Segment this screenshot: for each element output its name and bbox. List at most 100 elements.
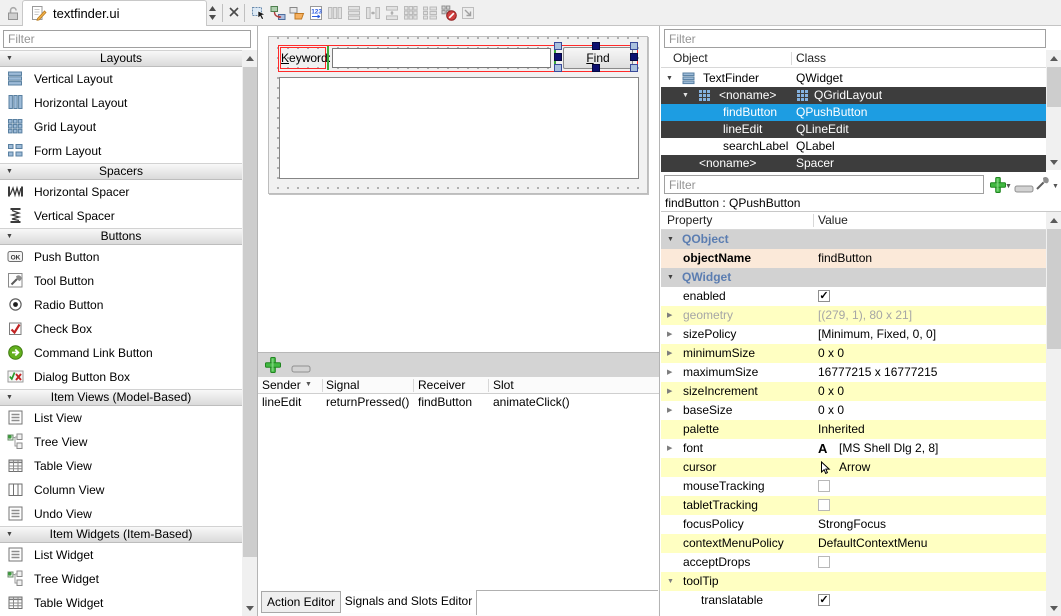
widgetbox-item[interactable]: Table Widget xyxy=(0,591,242,615)
object-inspector-filter-input[interactable] xyxy=(664,29,1046,48)
checkbox-unchecked-icon[interactable] xyxy=(818,480,830,492)
property-editor-header[interactable]: Property Value xyxy=(661,212,1046,230)
break-layout-icon[interactable] xyxy=(440,4,458,22)
property-group-qobject[interactable]: ▼QObject xyxy=(661,230,1046,249)
tab-signals-and-slots-editor[interactable]: Signals and Slots Editor xyxy=(341,591,476,613)
dropdown-arrow-icon[interactable]: ▼ xyxy=(1052,183,1059,190)
signals-cell[interactable]: findButton xyxy=(418,394,472,410)
signals-cell[interactable]: returnPressed() xyxy=(326,394,409,410)
scroll-up-icon[interactable] xyxy=(242,50,258,66)
property-expander-icon[interactable]: ▶ xyxy=(667,325,672,344)
add-connection-icon[interactable] xyxy=(264,356,282,377)
property-row-enabled[interactable]: enabled✓ xyxy=(661,287,1046,306)
property-value[interactable]: DefaultContextMenu xyxy=(818,534,927,553)
object-row-noname[interactable]: ▼<noname>QGridLayout xyxy=(661,87,1046,104)
property-row-minimumsize[interactable]: ▶minimumSize0 x 0 xyxy=(661,344,1046,363)
property-value[interactable]: Arrow xyxy=(839,458,870,477)
property-expander-icon[interactable]: ▶ xyxy=(667,439,672,458)
property-value[interactable]: 16777215 x 16777215 xyxy=(818,363,937,382)
property-row-contextmenupolicy[interactable]: contextMenuPolicyDefaultContextMenu xyxy=(661,534,1046,553)
widgetbox-filter-input[interactable] xyxy=(3,30,251,48)
section-header-item-widgets-item-based-[interactable]: ▼Item Widgets (Item-Based) xyxy=(0,526,242,543)
selection-corner-handle[interactable] xyxy=(554,42,562,50)
widgetbox-item[interactable]: Horizontal Spacer xyxy=(0,180,242,204)
line-edit[interactable] xyxy=(332,48,551,68)
property-expander-icon[interactable]: ▶ xyxy=(667,382,672,401)
selection-mid-handle[interactable] xyxy=(554,53,562,61)
object-row-searchLabel[interactable]: searchLabelQLabel xyxy=(661,138,1046,155)
signals-column-signal[interactable]: Signal xyxy=(326,377,359,393)
remove-connection-icon[interactable] xyxy=(291,362,311,376)
property-row-translatable[interactable]: translatable✓ xyxy=(661,591,1046,610)
scroll-down-icon[interactable] xyxy=(1046,154,1061,170)
scrollbar-thumb[interactable] xyxy=(243,67,257,557)
scrollbar-thumb[interactable] xyxy=(1047,229,1061,349)
layout-vertical-splitter-icon[interactable] xyxy=(383,4,401,22)
text-edit-area[interactable] xyxy=(279,77,639,179)
checkbox-unchecked-icon[interactable] xyxy=(818,499,830,511)
widgetbox-item[interactable]: Check Box xyxy=(0,317,242,341)
property-row-tablettracking[interactable]: tabletTracking xyxy=(661,496,1046,515)
property-value[interactable]: 0 x 0 xyxy=(818,401,844,420)
widgetbox-item[interactable]: Vertical Spacer xyxy=(0,204,242,228)
section-header-item-views-model-based-[interactable]: ▼Item Views (Model-Based) xyxy=(0,389,242,406)
property-row-sizeincrement[interactable]: ▶sizeIncrement0 x 0 xyxy=(661,382,1046,401)
layout-horizontal-icon[interactable] xyxy=(326,4,344,22)
signals-cell[interactable]: animateClick() xyxy=(493,394,570,410)
property-row-objectname[interactable]: objectNamefindButton xyxy=(661,249,1046,268)
edit-buddies-icon[interactable] xyxy=(288,4,306,22)
edit-signals-slots-icon[interactable] xyxy=(269,4,287,22)
checkbox-unchecked-icon[interactable] xyxy=(818,556,830,568)
property-value[interactable]: [MS Shell Dlg 2, 8] xyxy=(839,439,938,458)
widgetbox-item[interactable]: Dialog Button Box xyxy=(0,365,242,389)
signals-table-header[interactable]: SenderSignalReceiverSlot▼ xyxy=(258,377,659,394)
widgetbox-item[interactable]: Form Layout xyxy=(0,139,242,163)
adjust-size-icon[interactable] xyxy=(459,4,477,22)
widgetbox-item[interactable]: Command Link Button xyxy=(0,341,242,365)
scroll-down-icon[interactable] xyxy=(242,600,258,616)
signals-table-row[interactable]: lineEditreturnPressed()findButtonanimate… xyxy=(258,394,659,411)
form-textfinder[interactable]: Keyword:Find xyxy=(268,36,648,194)
widgetbox-item[interactable]: List Widget xyxy=(0,543,242,567)
layout-horizontal-splitter-icon[interactable] xyxy=(364,4,382,22)
layout-grid-icon[interactable] xyxy=(402,4,420,22)
property-row-sizepolicy[interactable]: ▶sizePolicy[Minimum, Fixed, 0, 0] xyxy=(661,325,1046,344)
object-row-findButton[interactable]: findButtonQPushButton xyxy=(661,104,1046,121)
widgetbox-item[interactable]: Column View xyxy=(0,478,242,502)
object-row-lineEdit[interactable]: lineEditQLineEdit xyxy=(661,121,1046,138)
widgetbox-item[interactable]: OKPush Button xyxy=(0,245,242,269)
property-row-font[interactable]: ▶fontA[MS Shell Dlg 2, 8] xyxy=(661,439,1046,458)
selection-corner-handle[interactable] xyxy=(554,64,562,72)
property-editor-scrollbar[interactable] xyxy=(1046,212,1061,616)
property-expander-icon[interactable]: ▶ xyxy=(667,401,672,420)
property-value[interactable]: [(279, 1), 80 x 21] xyxy=(818,306,912,325)
widgetbox-item[interactable]: Undo View xyxy=(0,502,242,526)
property-row-acceptdrops[interactable]: acceptDrops xyxy=(661,553,1046,572)
widgetbox-item[interactable]: Horizontal Layout xyxy=(0,91,242,115)
section-header-buttons[interactable]: ▼Buttons xyxy=(0,228,242,245)
edit-widgets-icon[interactable] xyxy=(250,4,268,22)
lock-icon[interactable] xyxy=(6,6,20,24)
widgetbox-item[interactable]: Vertical Layout xyxy=(0,67,242,91)
widgetbox-item[interactable]: Tree Widget xyxy=(0,567,242,591)
scroll-up-icon[interactable] xyxy=(1046,212,1061,228)
selection-mid-handle[interactable] xyxy=(630,53,638,61)
group-expander-icon[interactable]: ▼ xyxy=(667,230,674,249)
checkbox-checked-icon[interactable]: ✓ xyxy=(818,594,830,606)
widgetbox-item[interactable]: Radio Button xyxy=(0,293,242,317)
form-file-tab[interactable]: textfinder.ui xyxy=(22,0,207,26)
property-value[interactable]: Inherited xyxy=(818,420,865,439)
property-row-tooltip[interactable]: ▼toolTip xyxy=(661,572,1046,591)
selection-corner-handle[interactable] xyxy=(630,42,638,50)
object-row-TextFinder[interactable]: ▼TextFinderQWidget xyxy=(661,70,1046,87)
property-value[interactable]: [Minimum, Fixed, 0, 0] xyxy=(818,325,936,344)
signals-column-receiver[interactable]: Receiver xyxy=(418,377,465,393)
object-row-noname[interactable]: <noname>Spacer xyxy=(661,155,1046,172)
object-inspector-scrollbar[interactable] xyxy=(1046,50,1061,170)
group-expander-icon[interactable]: ▼ xyxy=(667,268,674,287)
property-value[interactable]: StrongFocus xyxy=(818,515,886,534)
remove-property-icon[interactable] xyxy=(1014,182,1034,196)
scroll-up-icon[interactable] xyxy=(1046,50,1061,66)
widgetbox-item[interactable]: Tree View xyxy=(0,430,242,454)
widgetbox-item[interactable]: List View xyxy=(0,406,242,430)
